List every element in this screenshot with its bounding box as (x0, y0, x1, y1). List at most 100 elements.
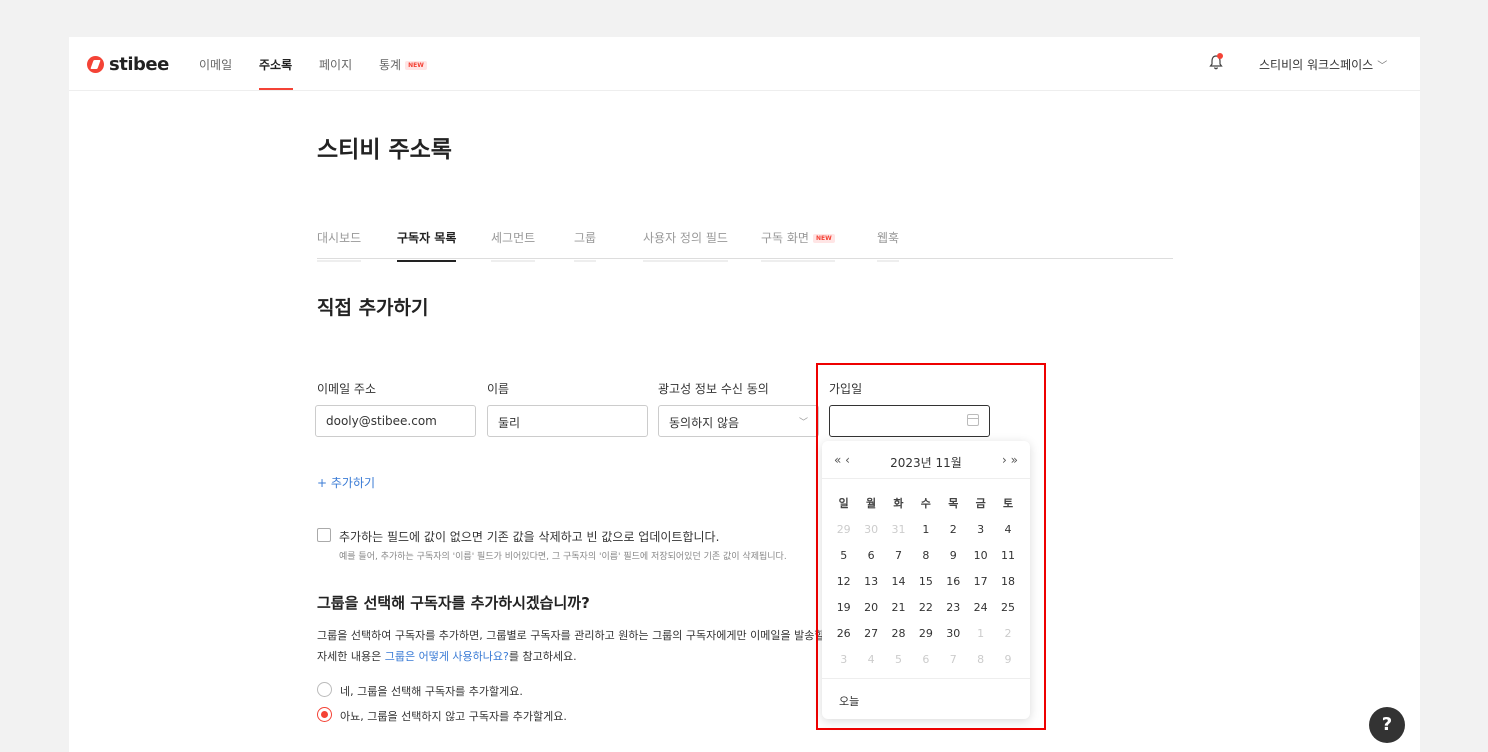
new-badge: NEW (405, 61, 427, 70)
datepicker-footer: 오늘 (822, 678, 1030, 708)
day-cell[interactable]: 17 (967, 569, 994, 595)
day-cell[interactable]: 19 (830, 595, 857, 621)
day-cell[interactable]: 3 (830, 647, 857, 673)
nav-item-stats-label: 통계 (379, 58, 402, 72)
day-cell[interactable]: 2 (940, 517, 967, 543)
tab-subscribe-form[interactable]: 구독 화면 NEW (761, 229, 835, 262)
logo[interactable]: stibee (87, 54, 169, 75)
consent-select-value: 동의하지 않음 (669, 416, 740, 430)
day-cell[interactable]: 28 (885, 621, 912, 647)
day-cell[interactable]: 12 (830, 569, 857, 595)
day-cell[interactable]: 25 (994, 595, 1021, 621)
tab-webhook[interactable]: 웹훅 (877, 229, 900, 262)
radio-group-yes-label[interactable]: 네, 그룹을 선택해 구독자를 추가할게요. (340, 683, 523, 699)
week-row: 19 20 21 22 23 24 25 (830, 595, 1022, 621)
workspace-selector[interactable]: 스티비의 워크스페이스 ﹀ (1259, 56, 1387, 73)
day-cell[interactable]: 1 (967, 621, 994, 647)
nav-item-stats[interactable]: 통계 NEW (379, 56, 427, 73)
nav-item-page[interactable]: 페이지 (319, 56, 352, 73)
day-cell[interactable]: 7 (940, 647, 967, 673)
datepicker-next-icon[interactable]: › » (1002, 453, 1018, 467)
group-question-help: 자세한 내용은 그룹은 어떻게 사용하나요?를 참고하세요. (317, 648, 577, 664)
add-row-link[interactable]: + 추가하기 (317, 474, 375, 491)
new-badge: NEW (812, 234, 835, 243)
update-empty-label: 추가하는 필드에 값이 없으면 기존 값을 삭제하고 빈 값으로 업데이트합니다… (339, 530, 720, 544)
day-cell[interactable]: 27 (857, 621, 884, 647)
day-cell[interactable]: 3 (967, 517, 994, 543)
group-question-desc: 그룹을 선택하여 구독자를 추가하면, 그룹별로 구독자를 관리하고 원하는 그… (317, 629, 822, 642)
day-cell[interactable]: 9 (940, 543, 967, 569)
day-cell[interactable]: 30 (857, 517, 884, 543)
day-cell[interactable]: 2 (994, 621, 1021, 647)
day-cell[interactable]: 29 (912, 621, 939, 647)
datepicker-popup: « ‹ 2023년 11월 › » 일 월 화 수 목 금 토 29 30 31 1 2 3 4 5 6 7 8 9… (822, 441, 1030, 719)
day-cell[interactable]: 5 (830, 543, 857, 569)
day-cell[interactable]: 15 (912, 569, 939, 595)
active-nav-indicator (259, 88, 293, 90)
day-cell[interactable]: 26 (830, 621, 857, 647)
name-field-value: 둘리 (498, 416, 521, 430)
consent-select[interactable]: 동의하지 않음 ﹀ (658, 405, 819, 437)
day-cell[interactable]: 11 (994, 543, 1021, 569)
day-cell[interactable]: 13 (857, 569, 884, 595)
nav-item-email[interactable]: 이메일 (199, 56, 232, 73)
day-cell[interactable]: 22 (912, 595, 939, 621)
radio-group-yes[interactable] (317, 682, 332, 697)
day-cell[interactable]: 9 (994, 647, 1021, 673)
chevron-down-icon: ﹀ (798, 418, 808, 428)
day-cell[interactable]: 4 (857, 647, 884, 673)
nav-item-addressbook[interactable]: 주소록 (259, 56, 292, 73)
help-prefix: 자세한 내용은 (317, 650, 385, 663)
help-button[interactable]: ? (1369, 707, 1405, 743)
day-cell[interactable]: 14 (885, 569, 912, 595)
today-button[interactable]: 오늘 (839, 693, 859, 709)
datepicker-grid: 일 월 화 수 목 금 토 29 30 31 1 2 3 4 5 6 7 8 9 10 11 12 13 14 15 16 17 18… (830, 491, 1022, 673)
help-suffix: 를 참고하세요. (508, 650, 577, 663)
day-cell[interactable]: 29 (830, 517, 857, 543)
workspace-name: 스티비의 워크스페이스 (1259, 58, 1374, 72)
name-field[interactable]: 둘리 (487, 405, 648, 437)
day-cell[interactable]: 6 (912, 647, 939, 673)
day-cell[interactable]: 24 (967, 595, 994, 621)
tab-custom-fields[interactable]: 사용자 정의 필드 (643, 229, 728, 262)
day-cell[interactable]: 31 (885, 517, 912, 543)
logo-text: stibee (109, 54, 169, 75)
tab-subscriber-list[interactable]: 구독자 목록 (397, 229, 457, 262)
email-field[interactable]: dooly@stibee.com (315, 405, 476, 437)
chevron-down-icon: ﹀ (1377, 61, 1388, 72)
day-cell[interactable]: 8 (967, 647, 994, 673)
datepicker-month-label[interactable]: 2023년 11월 (822, 454, 1030, 471)
day-cell[interactable]: 5 (885, 647, 912, 673)
weekday-label: 토 (1002, 497, 1014, 510)
day-cell[interactable]: 4 (994, 517, 1021, 543)
day-cell[interactable]: 7 (885, 543, 912, 569)
consent-label: 광고성 정보 수신 동의 (658, 382, 769, 396)
day-cell[interactable]: 1 (912, 517, 939, 543)
update-empty-checkbox[interactable] (317, 528, 331, 542)
day-cell[interactable]: 21 (885, 595, 912, 621)
email-field-value: dooly@stibee.com (326, 414, 437, 428)
day-cell[interactable]: 10 (967, 543, 994, 569)
day-cell[interactable]: 20 (857, 595, 884, 621)
email-label: 이메일 주소 (317, 382, 377, 396)
week-row: 12 13 14 15 16 17 18 (830, 569, 1022, 595)
day-cell[interactable]: 30 (940, 621, 967, 647)
radio-group-no-label[interactable]: 아뇨, 그룹을 선택하지 않고 구독자를 추가할게요. (340, 708, 567, 724)
group-question-title: 그룹을 선택해 구독자를 추가하시겠습니까? (317, 594, 590, 612)
weekday-label: 월 (866, 497, 877, 510)
weekday-label: 금 (975, 497, 986, 510)
group-help-link[interactable]: 그룹은 어떻게 사용하나요? (385, 650, 509, 663)
day-cell[interactable]: 23 (940, 595, 967, 621)
tab-group[interactable]: 그룹 (574, 229, 597, 262)
radio-group-no[interactable] (317, 707, 332, 722)
day-cell[interactable]: 6 (857, 543, 884, 569)
stibee-logo-icon (87, 56, 104, 73)
day-cell[interactable]: 8 (912, 543, 939, 569)
tab-segment[interactable]: 세그먼트 (491, 229, 536, 262)
day-cell[interactable]: 18 (994, 569, 1021, 595)
page-title: 스티비 주소록 (317, 137, 452, 163)
datepicker-header: « ‹ 2023년 11월 › » (822, 441, 1030, 479)
day-cell[interactable]: 16 (940, 569, 967, 595)
week-row: 3456789 (830, 647, 1022, 673)
tab-dashboard[interactable]: 대시보드 (317, 229, 362, 262)
